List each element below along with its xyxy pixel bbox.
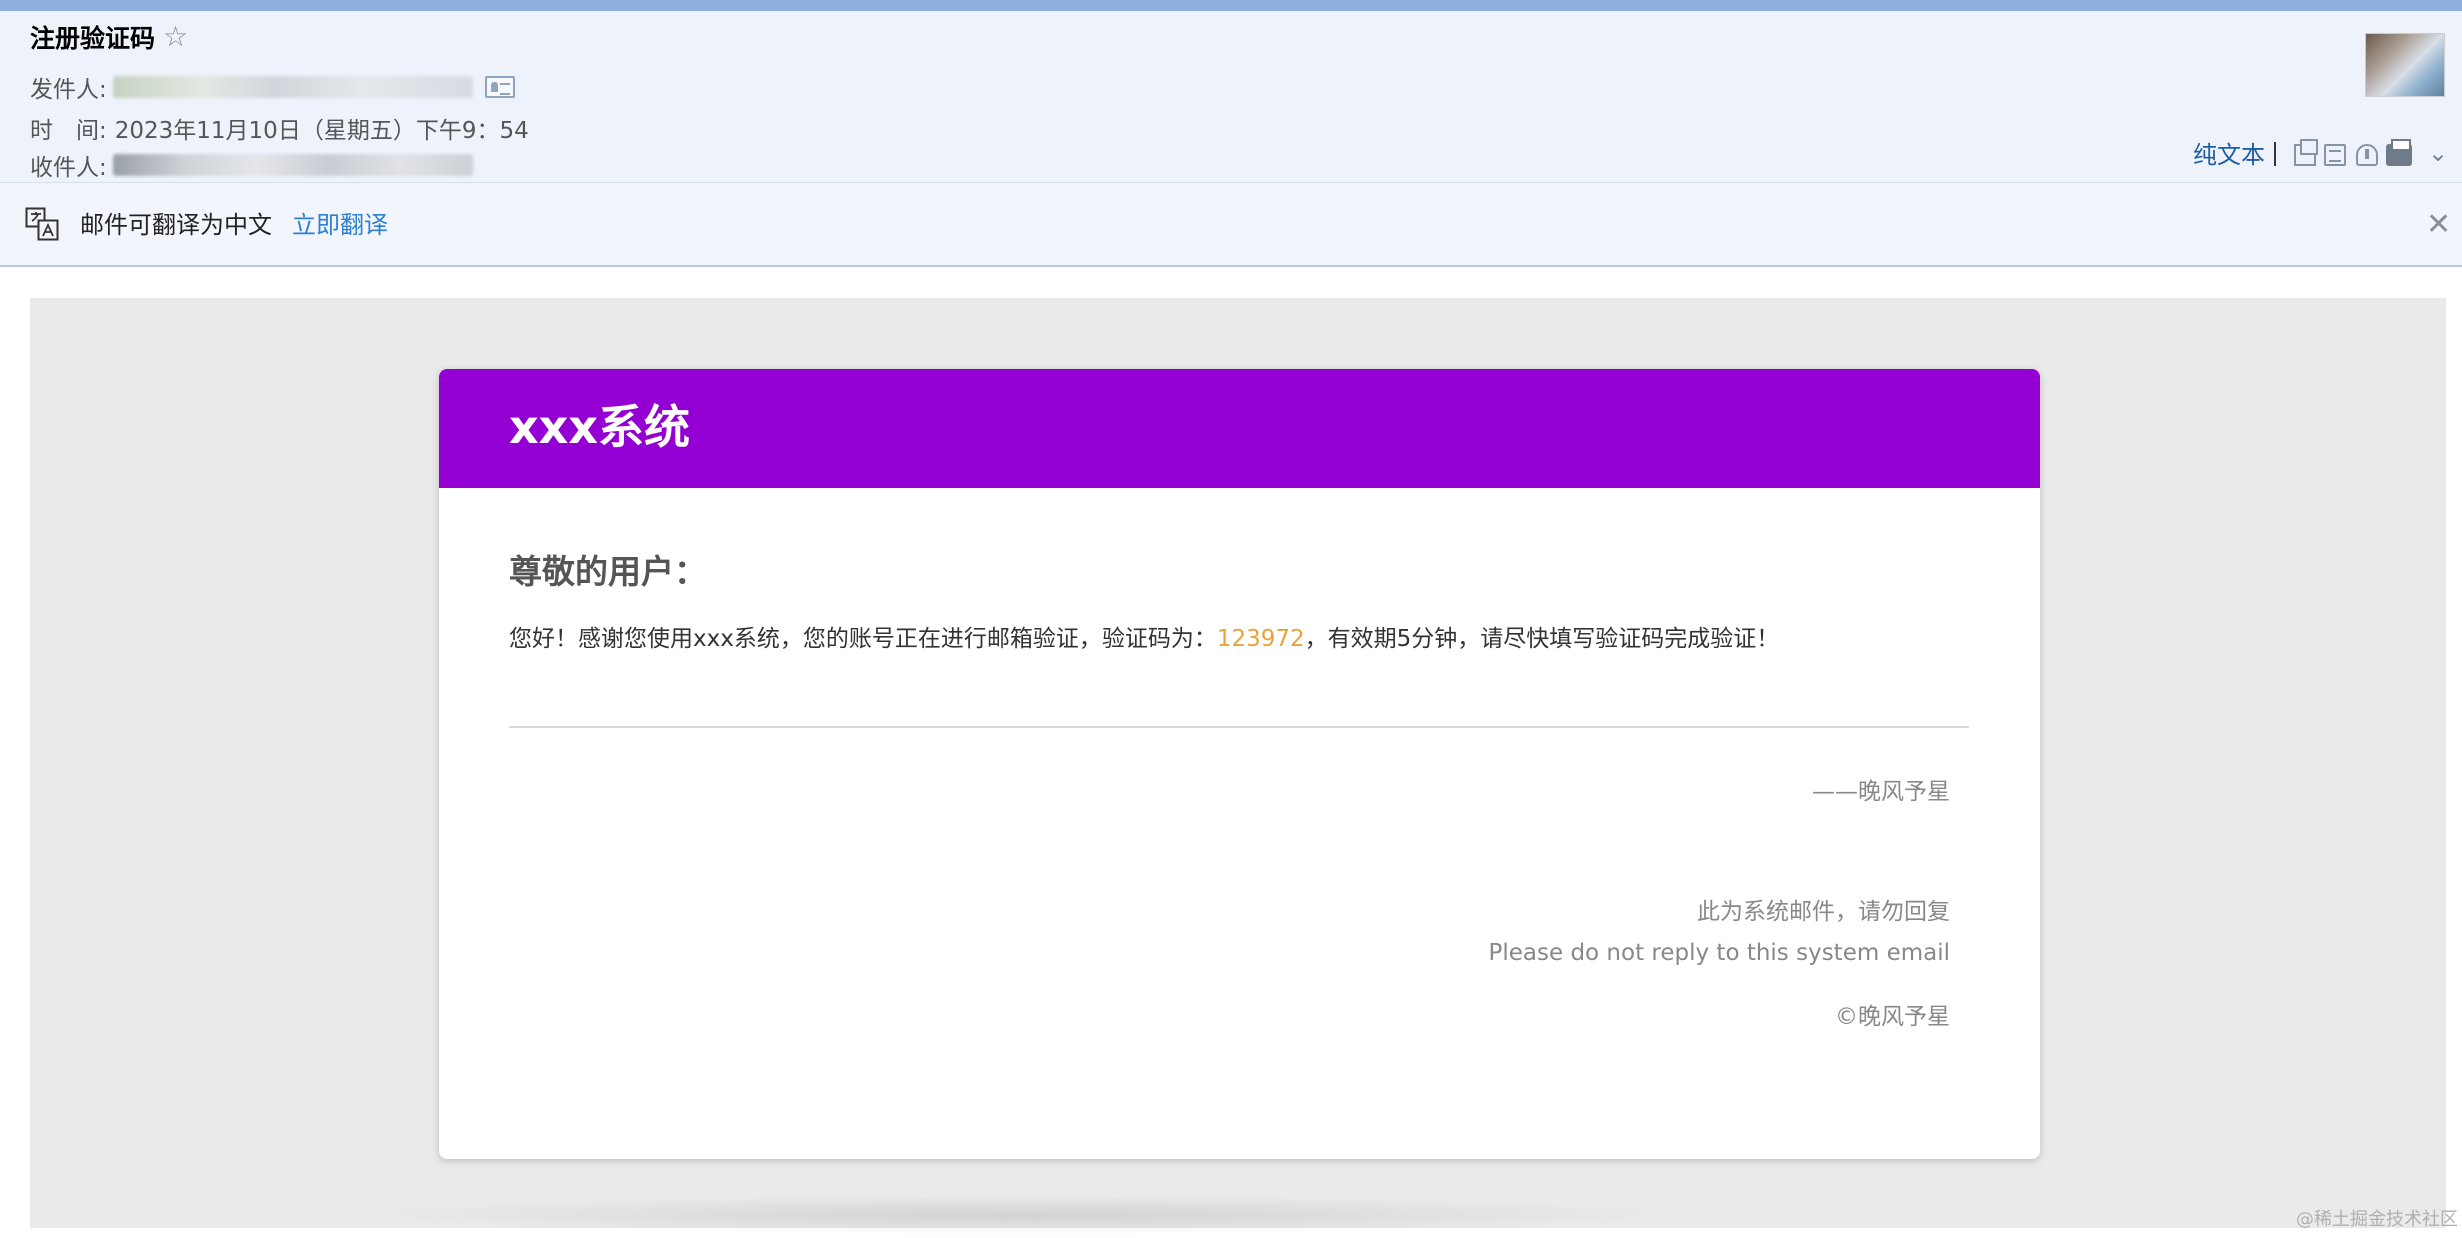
new-window-icon[interactable] [2294, 139, 2318, 166]
translate-now-link[interactable]: 立即翻译 [292, 209, 388, 241]
contact-card-icon[interactable] [484, 76, 515, 98]
chevron-down-icon[interactable]: ⌄ [2428, 139, 2452, 167]
system-title: xxx系统 [509, 400, 691, 454]
mail-subject: 注册验证码 [30, 24, 156, 53]
time-label: 时 间: [30, 118, 107, 144]
note-icon[interactable] [2324, 144, 2346, 166]
translate-prompt: 邮件可翻译为中文 [80, 211, 272, 239]
copyright: ©晚风予星 [1835, 1004, 1950, 1030]
translate-icon [25, 207, 59, 241]
download-icon[interactable] [2356, 144, 2378, 166]
card-shadow [360, 1195, 1680, 1235]
subject-row: 注册验证码 ☆ [30, 17, 188, 57]
recipient-redacted[interactable] [112, 154, 473, 176]
time-row: 时 间: 2023年11月10日（星期五）下午9：54 [30, 112, 529, 144]
close-icon[interactable]: ✕ [2426, 209, 2451, 241]
mail-header: 注册验证码 ☆ 发件人: 时 间: 2023年11月10日（星期五）下午9：54… [0, 11, 2462, 183]
email-card: xxx系统 尊敬的用户： 您好！感谢您使用xxx系统，您的账号正在进行邮箱验证，… [439, 369, 2040, 1159]
footer-note-en: Please do not reply to this system email [1488, 940, 1951, 966]
print-icon[interactable] [2386, 139, 2412, 166]
verification-message: 您好！感谢您使用xxx系统，您的账号正在进行邮箱验证，验证码为：123972，有… [509, 623, 1779, 655]
star-icon[interactable]: ☆ [163, 23, 188, 51]
plain-text-link[interactable]: 纯文本 [2193, 139, 2265, 171]
translate-bar: 邮件可翻译为中文 立即翻译 ✕ [0, 183, 2462, 267]
avatar[interactable] [2365, 33, 2445, 97]
email-card-header: xxx系统 [439, 369, 2040, 488]
recipient-row: 收件人: [30, 149, 473, 181]
message-suffix: ，有效期5分钟，请尽快填写验证码完成验证！ [1304, 626, 1780, 652]
toolbar-separator [2274, 142, 2276, 166]
sender-redacted[interactable] [112, 76, 473, 98]
verification-code[interactable]: 123972 [1217, 626, 1305, 652]
recipient-label: 收件人: [30, 155, 107, 181]
greeting: 尊敬的用户： [509, 552, 707, 591]
sender-label: 发件人: [30, 77, 107, 103]
divider [509, 726, 1969, 728]
window-top-bar [0, 0, 2462, 11]
watermark: @稀土掘金技术社区 [2296, 1209, 2458, 1230]
footer-note-cn: 此为系统邮件，请勿回复 [1697, 899, 1950, 925]
signature: ——晚风予星 [1812, 779, 1950, 805]
message-prefix: 您好！感谢您使用xxx系统，您的账号正在进行邮箱验证，验证码为： [509, 626, 1217, 652]
sender-row: 发件人: [30, 71, 515, 103]
time-value: 2023年11月10日（星期五）下午9：54 [114, 118, 529, 144]
